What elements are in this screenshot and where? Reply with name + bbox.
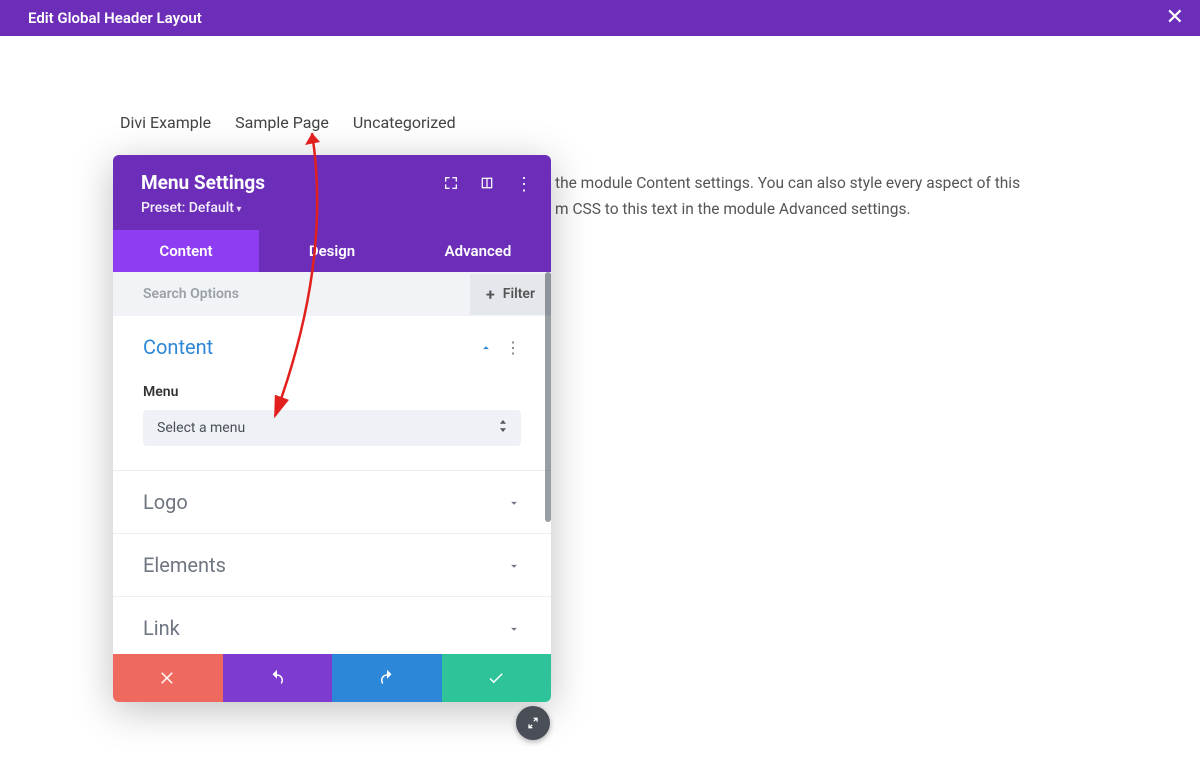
section-link-title: Link <box>143 616 180 640</box>
plus-icon: + <box>486 285 495 304</box>
section-elements: Elements <box>113 534 551 597</box>
resize-handle[interactable] <box>516 706 550 740</box>
menu-select[interactable]: Select a menu <box>143 410 521 446</box>
section-elements-title: Elements <box>143 553 226 577</box>
panel-title: Menu Settings <box>141 171 265 194</box>
section-logo-title: Logo <box>143 490 188 514</box>
bg-text-line2: m CSS to this text in the module Advance… <box>555 196 1075 222</box>
search-row: Search Options + Filter <box>113 272 551 316</box>
chevron-down-icon <box>507 495 521 509</box>
tabs: Content Design Advanced <box>113 230 551 272</box>
preset-selector[interactable]: Preset: Default <box>141 200 265 216</box>
tab-design[interactable]: Design <box>259 230 405 272</box>
section-logo-head[interactable]: Logo <box>113 471 551 533</box>
panel-body: Search Options + Filter Content ⋮ Menu S <box>113 272 551 654</box>
section-logo: Logo <box>113 471 551 534</box>
bg-text-line1: the module Content settings. You can als… <box>555 170 1075 196</box>
top-bar: Edit Global Header Layout ✕ <box>0 0 1200 36</box>
section-content-title: Content <box>143 335 213 359</box>
columns-icon[interactable] <box>479 175 495 195</box>
scrollbar[interactable] <box>545 272 551 522</box>
section-content-body: Menu Select a menu <box>113 384 551 470</box>
close-icon[interactable]: ✕ <box>1166 7 1184 29</box>
page-nav: Divi Example Sample Page Uncategorized <box>120 113 456 132</box>
section-elements-head[interactable]: Elements <box>113 534 551 596</box>
search-input[interactable]: Search Options <box>113 286 239 302</box>
filter-button[interactable]: + Filter <box>470 274 551 315</box>
menu-label: Menu <box>143 384 521 400</box>
save-button[interactable] <box>442 654 552 702</box>
chevron-up-icon <box>479 340 493 354</box>
section-link-head[interactable]: Link <box>113 597 551 654</box>
action-bar <box>113 654 551 702</box>
tab-content[interactable]: Content <box>113 230 259 272</box>
tab-advanced[interactable]: Advanced <box>405 230 551 272</box>
section-content: Content ⋮ Menu Select a menu <box>113 316 551 471</box>
panel-header: Menu Settings Preset: Default ⋮ <box>113 155 551 230</box>
section-more-icon[interactable]: ⋮ <box>505 338 521 357</box>
redo-button[interactable] <box>332 654 442 702</box>
top-bar-title: Edit Global Header Layout <box>28 9 202 27</box>
section-content-head[interactable]: Content ⋮ <box>113 316 551 378</box>
nav-item-divi[interactable]: Divi Example <box>120 113 211 132</box>
filter-label: Filter <box>503 286 535 302</box>
settings-panel: Menu Settings Preset: Default ⋮ Content … <box>113 155 551 702</box>
menu-select-value: Select a menu <box>157 420 245 436</box>
chevron-down-icon <box>507 621 521 635</box>
nav-item-uncategorized[interactable]: Uncategorized <box>353 113 456 132</box>
section-link: Link <box>113 597 551 654</box>
cancel-button[interactable] <box>113 654 223 702</box>
select-arrows-icon <box>499 420 507 436</box>
nav-item-sample[interactable]: Sample Page <box>235 113 329 132</box>
fullscreen-icon[interactable] <box>443 175 459 195</box>
more-icon[interactable]: ⋮ <box>515 177 531 193</box>
undo-button[interactable] <box>223 654 333 702</box>
chevron-down-icon <box>507 558 521 572</box>
background-text: the module Content settings. You can als… <box>555 170 1075 223</box>
